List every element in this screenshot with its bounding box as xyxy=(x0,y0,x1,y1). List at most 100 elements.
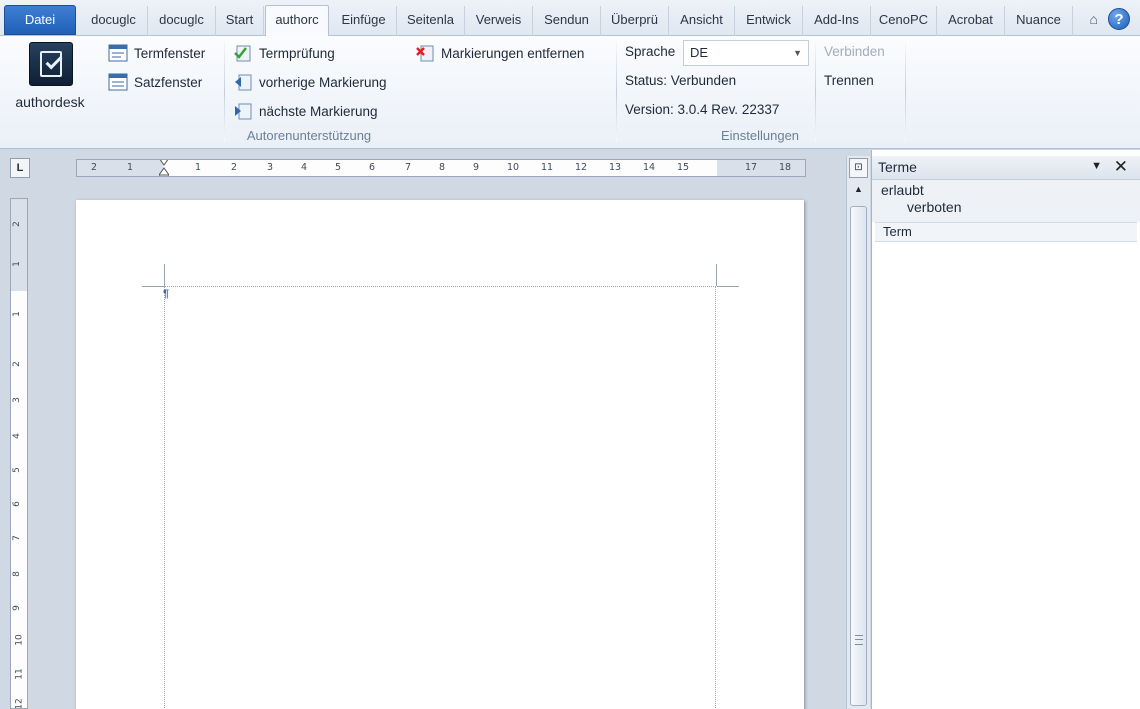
legend-allowed: erlaubt xyxy=(881,182,924,198)
ruler-label: 3 xyxy=(267,162,274,173)
naechste-markierung-button[interactable]: nächste Markierung xyxy=(233,102,378,120)
ruler-label: 2 xyxy=(11,221,22,227)
ribbon-separator xyxy=(616,42,617,142)
ruler-label: 8 xyxy=(11,571,22,577)
ruler-label: 3 xyxy=(11,397,22,403)
vertical-scrollbar[interactable]: ⊡ ▲ xyxy=(846,156,870,709)
group-label-autorenunterstuetzung: Autorenunterstützung xyxy=(246,128,372,143)
ruler-label: 6 xyxy=(369,162,376,173)
ruler-label: 12 xyxy=(575,162,588,173)
horizontal-ruler-labels: 2 1 1 2 3 4 5 6 7 8 9 10 11 12 13 14 15 17 18 xyxy=(77,160,805,176)
check-document-icon xyxy=(234,45,251,62)
markierungen-entfernen-button[interactable]: Markierungen entfernen xyxy=(415,44,584,62)
document-workspace: L 2 1 1 2 3 4 5 6 7 8 9 10 11 12 13 14 15 17 18 2112345678… xyxy=(0,150,870,709)
tab-nuance[interactable]: Nuance xyxy=(1005,6,1073,36)
ruler-label: 7 xyxy=(11,535,22,541)
satzfenster-button[interactable]: Satzfenster xyxy=(108,73,202,91)
termfenster-button[interactable]: Termfenster xyxy=(108,44,205,62)
tab-datei[interactable]: Datei xyxy=(4,5,76,35)
tab-selector-icon[interactable]: L xyxy=(10,158,30,178)
ruler-toggle-icon[interactable]: ⊡ xyxy=(849,158,868,178)
vertical-ruler[interactable]: 2 1 1 2 3 4 5 6 7 8 9 10 11 12 xyxy=(10,198,28,709)
ruler-label: 6 xyxy=(11,501,22,507)
ruler-label: 9 xyxy=(11,605,22,611)
authordesk-button[interactable]: authordesk xyxy=(8,42,92,112)
ribbon-separator xyxy=(224,42,225,142)
tab-cenopc[interactable]: CenoPC xyxy=(871,6,937,36)
horizontal-ruler[interactable]: 2 1 1 2 3 4 5 6 7 8 9 10 11 12 13 14 15 17 18 xyxy=(76,159,806,177)
indent-marker-icon[interactable] xyxy=(159,159,169,177)
pane-menu-icon[interactable]: ▼ xyxy=(1091,160,1102,172)
status-text: Status: Verbunden xyxy=(625,73,737,88)
tab-entwicklertools[interactable]: Entwick xyxy=(735,6,803,36)
tab-sendungen[interactable]: Sendun xyxy=(533,6,601,36)
tab-verweise[interactable]: Verweis xyxy=(465,6,533,36)
scroll-up-icon[interactable]: ▲ xyxy=(849,184,868,202)
ruler-label: 2 xyxy=(231,162,238,173)
crop-mark xyxy=(142,286,164,287)
close-icon[interactable]: ✕ xyxy=(1114,157,1128,177)
sprache-value: DE xyxy=(690,45,709,60)
tab-einfuegen[interactable]: Einfüge xyxy=(331,6,397,36)
help-icon[interactable]: ? xyxy=(1108,8,1130,30)
window-icon xyxy=(108,73,128,91)
ruler-label: 17 xyxy=(745,162,758,173)
satzfenster-label: Satzfenster xyxy=(134,74,203,90)
termpruefung-label: Termprüfung xyxy=(259,45,335,61)
crop-mark xyxy=(717,286,739,287)
ruler-label: 12 xyxy=(14,698,25,709)
ruler-label: 18 xyxy=(779,162,792,173)
ruler-label: 1 xyxy=(195,162,202,173)
grip-icon xyxy=(855,635,863,645)
termfenster-label: Termfenster xyxy=(134,45,206,61)
vorherige-markierung-button[interactable]: vorherige Markierung xyxy=(233,73,387,91)
tab-ueberpruefen[interactable]: Überprü xyxy=(601,6,669,36)
pane-header: Terme ▼ ✕ xyxy=(872,156,1140,180)
sprache-label: Sprache xyxy=(625,44,676,59)
pane-title: Terme xyxy=(878,159,917,175)
next-mark-icon xyxy=(235,103,252,120)
version-text: Version: 3.0.4 Rev. 22337 xyxy=(625,102,780,117)
ribbon-separator xyxy=(905,42,906,142)
verbinden-button[interactable]: Verbinden xyxy=(824,44,885,59)
tab-docuglc-2[interactable]: docuglc xyxy=(148,6,216,36)
pane-legend: erlaubt verboten xyxy=(872,180,1140,222)
ruler-label: 2 xyxy=(11,361,22,367)
ruler-label: 13 xyxy=(609,162,622,173)
sprache-select[interactable]: DE ▼ xyxy=(683,40,809,66)
markierungen-entfernen-label: Markierungen entfernen xyxy=(441,45,585,61)
authordesk-icon xyxy=(29,42,73,86)
tab-seitenlayout[interactable]: Seitenla xyxy=(397,6,465,36)
naechste-markierung-label: nächste Markierung xyxy=(259,103,378,119)
tab-acrobat[interactable]: Acrobat xyxy=(937,6,1005,36)
tab-docuglc-1[interactable]: docuglc xyxy=(80,6,148,36)
window-icon xyxy=(108,44,128,62)
minimize-ribbon-icon[interactable]: ⌂ xyxy=(1090,11,1098,27)
ribbon: authordesk Termfenster Satzfenster Termp… xyxy=(0,36,1140,149)
tab-start[interactable]: Start xyxy=(216,6,264,36)
document-page[interactable]: ¶ xyxy=(76,200,804,709)
previous-mark-icon xyxy=(235,74,252,91)
trennen-button[interactable]: Trennen xyxy=(824,73,874,88)
group-label-einstellungen: Einstellungen xyxy=(720,128,800,143)
termpruefung-button[interactable]: Termprüfung xyxy=(233,44,335,62)
ruler-label: 1 xyxy=(11,261,22,267)
legend-forbidden: verboten xyxy=(907,199,962,215)
ruler-label: 7 xyxy=(405,162,412,173)
tab-authordesk[interactable]: authorc xyxy=(265,5,329,36)
authordesk-label: authordesk xyxy=(15,94,85,110)
text-area[interactable] xyxy=(164,286,716,709)
ruler-label: 5 xyxy=(11,467,22,473)
crop-mark xyxy=(716,264,717,286)
ruler-label: 4 xyxy=(11,433,22,439)
term-column-header[interactable]: Term xyxy=(875,222,1137,242)
scrollbar-thumb[interactable] xyxy=(850,206,867,706)
terme-task-pane: Terme ▼ ✕ erlaubt verboten Term xyxy=(871,150,1140,709)
ruler-label: 10 xyxy=(14,634,25,646)
ruler-label: 1 xyxy=(127,162,134,173)
ruler-label: 11 xyxy=(14,668,25,680)
ruler-label: 4 xyxy=(301,162,308,173)
tab-add-ins[interactable]: Add-Ins xyxy=(803,6,871,36)
tab-ansicht[interactable]: Ansicht xyxy=(669,6,735,36)
ruler-label: 9 xyxy=(473,162,480,173)
